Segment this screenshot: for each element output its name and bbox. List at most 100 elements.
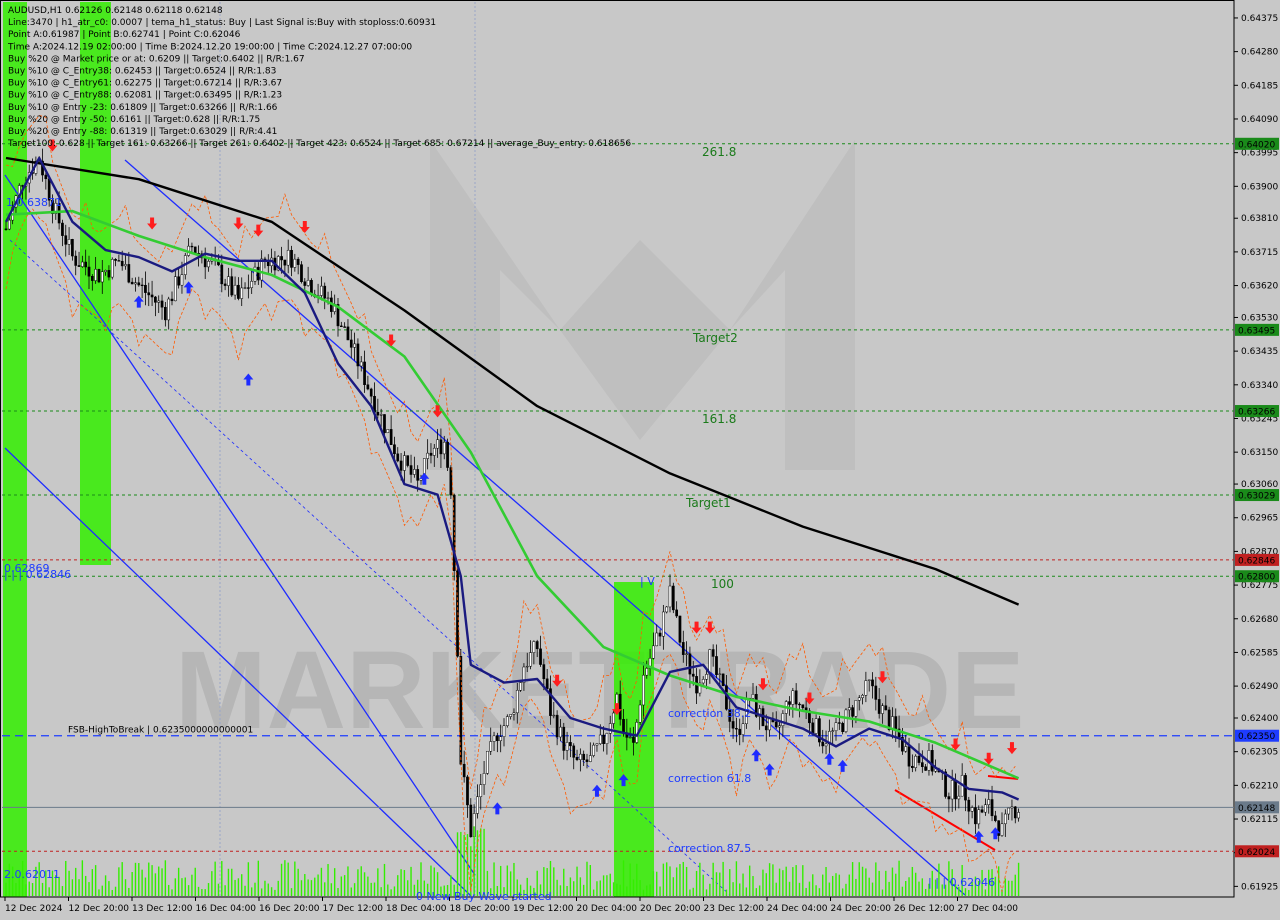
candle-body	[164, 306, 167, 321]
candle-body	[4, 228, 8, 230]
candle-body	[569, 742, 572, 747]
candle-body	[157, 300, 161, 303]
candle-body	[655, 632, 659, 647]
candle-body	[814, 718, 818, 734]
candle-body	[572, 745, 576, 758]
time-tick-label: 16 Dec 04:00	[196, 904, 257, 914]
candle-body	[167, 298, 171, 321]
candle-body	[997, 820, 1001, 836]
price-level-tag-text: 0.64020	[1238, 140, 1275, 150]
candle-body	[286, 249, 290, 266]
candle-body	[230, 276, 234, 296]
candle-body	[847, 707, 851, 711]
chart-annotation: 0 New Buy Wave started	[416, 890, 552, 903]
candle-body	[320, 285, 323, 296]
candle-body	[147, 292, 151, 296]
fib-level-label: 261.8	[702, 145, 736, 159]
candle-body	[177, 276, 180, 286]
candle-body	[542, 664, 546, 680]
candle-body	[1000, 823, 1004, 836]
price-tick-label: 0.62115	[1241, 815, 1278, 825]
candle-body	[904, 746, 908, 752]
candle-body	[914, 755, 918, 768]
candle-body	[585, 759, 589, 762]
candle-body	[469, 804, 473, 838]
candle-body	[794, 690, 798, 705]
candle-body	[130, 281, 134, 285]
candle-body	[778, 725, 781, 728]
candle-body	[592, 744, 595, 756]
candle-body	[764, 725, 768, 731]
candle-body	[283, 259, 287, 266]
candle-body	[486, 750, 489, 774]
candle-body	[731, 721, 735, 729]
candle-body	[363, 361, 366, 385]
chart-annotation: correction 61.8	[668, 772, 751, 785]
candle-body	[559, 726, 562, 738]
price-tick-label: 0.64185	[1241, 81, 1278, 91]
candle-body	[867, 679, 871, 681]
price-tick-label: 0.64375	[1241, 14, 1278, 24]
candle-body	[1010, 806, 1014, 809]
price-tick-label: 0.64090	[1241, 115, 1278, 125]
time-tick-label: 24 Dec 20:00	[831, 904, 892, 914]
candle-body	[781, 713, 785, 726]
candle-body	[947, 796, 951, 800]
candle-body	[203, 257, 207, 268]
candle-body	[137, 282, 141, 286]
candle-body	[505, 716, 509, 726]
candle-body	[243, 287, 247, 289]
candle-body	[874, 685, 878, 700]
time-tick-label: 19 Dec 12:00	[513, 904, 574, 914]
candle-body	[44, 174, 48, 180]
price-level-tag-text: 0.62800	[1238, 573, 1275, 583]
candle-body	[1003, 813, 1007, 825]
time-tick-label: 12 Dec 20:00	[69, 904, 130, 914]
chart-annotation: correction 38.2	[668, 707, 751, 720]
candle-body	[768, 718, 771, 731]
candle-body	[193, 246, 197, 254]
candle-body	[134, 282, 137, 285]
price-tick-label: 0.64280	[1241, 48, 1278, 58]
candle-body	[127, 264, 131, 283]
price-tick-label: 0.63900	[1241, 182, 1278, 192]
candle-body	[266, 261, 270, 267]
candle-body	[369, 388, 373, 397]
candle-body	[74, 255, 78, 266]
candle-body	[970, 807, 974, 812]
candle-body	[515, 690, 519, 714]
candle-body	[984, 804, 987, 813]
price-level-tag-text: 0.63029	[1238, 492, 1275, 502]
candle-body	[671, 585, 675, 611]
candle-body	[94, 269, 97, 281]
candle-body	[124, 264, 127, 267]
price-chart[interactable]: MARKETTRADE0.643750.642800.641850.640900…	[0, 0, 1280, 920]
candle-body	[658, 632, 662, 637]
chart-annotation: 1.0.63871	[6, 196, 62, 209]
candle-body	[100, 271, 104, 283]
candle-body	[628, 736, 632, 739]
candle-body	[482, 773, 486, 785]
candle-body	[688, 653, 692, 675]
price-tick-label: 0.63435	[1241, 347, 1278, 357]
candle-body	[987, 799, 991, 805]
time-tick-label: 13 Dec 12:00	[132, 904, 193, 914]
time-tick-label: 23 Dec 12:00	[704, 904, 765, 914]
candle-body	[831, 730, 835, 732]
candle-body	[403, 455, 406, 471]
candle-body	[864, 680, 868, 696]
candle-body	[476, 796, 479, 814]
candle-body	[854, 700, 858, 717]
price-tick-label: 0.62965	[1241, 514, 1278, 524]
candle-body	[977, 809, 981, 825]
candle-body	[824, 743, 828, 747]
candle-body	[300, 264, 303, 282]
candle-body	[406, 455, 410, 466]
candle-body	[67, 239, 71, 245]
candle-body	[821, 741, 825, 747]
candle-body	[77, 265, 81, 267]
candle-body	[844, 709, 848, 732]
candle-body	[393, 444, 396, 455]
candle-body	[582, 753, 586, 760]
candle-body	[645, 668, 649, 676]
